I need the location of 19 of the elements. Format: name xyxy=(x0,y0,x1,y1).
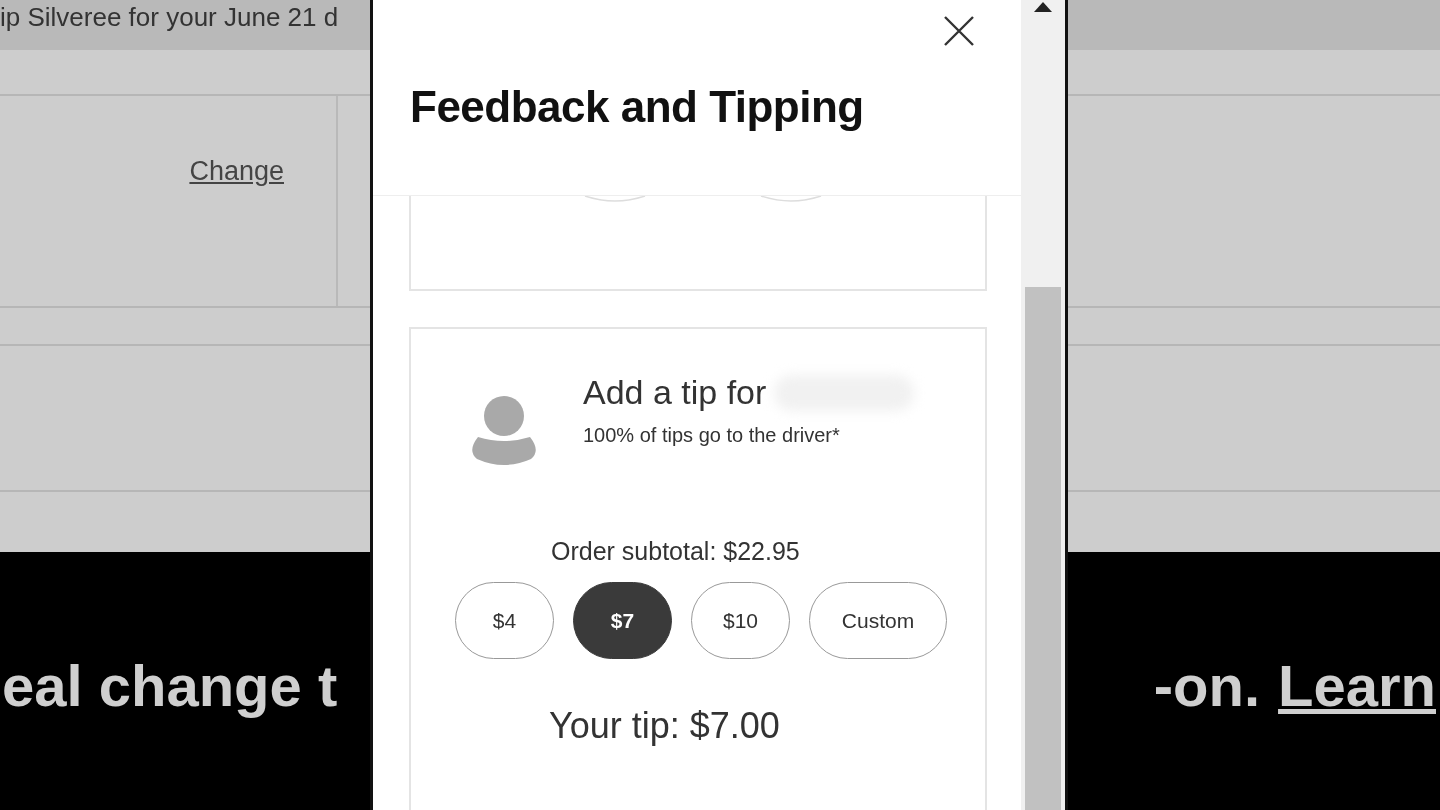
tip-heading: Add a tip for xyxy=(583,373,767,412)
tip-option-button[interactable]: $4 xyxy=(455,582,554,659)
banner-text: ip Silveree for your June 21 d xyxy=(0,1,339,33)
scroll-up-icon[interactable] xyxy=(1034,2,1052,12)
tip-note: 100% of tips go to the driver* xyxy=(583,424,841,447)
promo-text: -on. xyxy=(1153,652,1261,719)
scrollbar[interactable] xyxy=(1021,0,1065,810)
tip-option-button[interactable]: Custom xyxy=(809,582,947,659)
dialog-title: Feedback and Tipping xyxy=(410,82,865,132)
avatar-icon xyxy=(471,393,537,465)
order-subtotal: Order subtotal: $22.95 xyxy=(551,537,801,566)
promo-text: eal change t xyxy=(2,652,338,719)
change-link[interactable]: Change xyxy=(189,156,284,187)
close-icon[interactable] xyxy=(943,15,975,47)
learn-more-link[interactable]: Learn xyxy=(1278,652,1436,719)
scrollbar-thumb[interactable] xyxy=(1025,287,1061,810)
tip-option-button[interactable]: $7 xyxy=(573,582,672,659)
tip-option-button[interactable]: $10 xyxy=(691,582,790,659)
your-tip-amount: Your tip: $7.00 xyxy=(549,705,781,747)
